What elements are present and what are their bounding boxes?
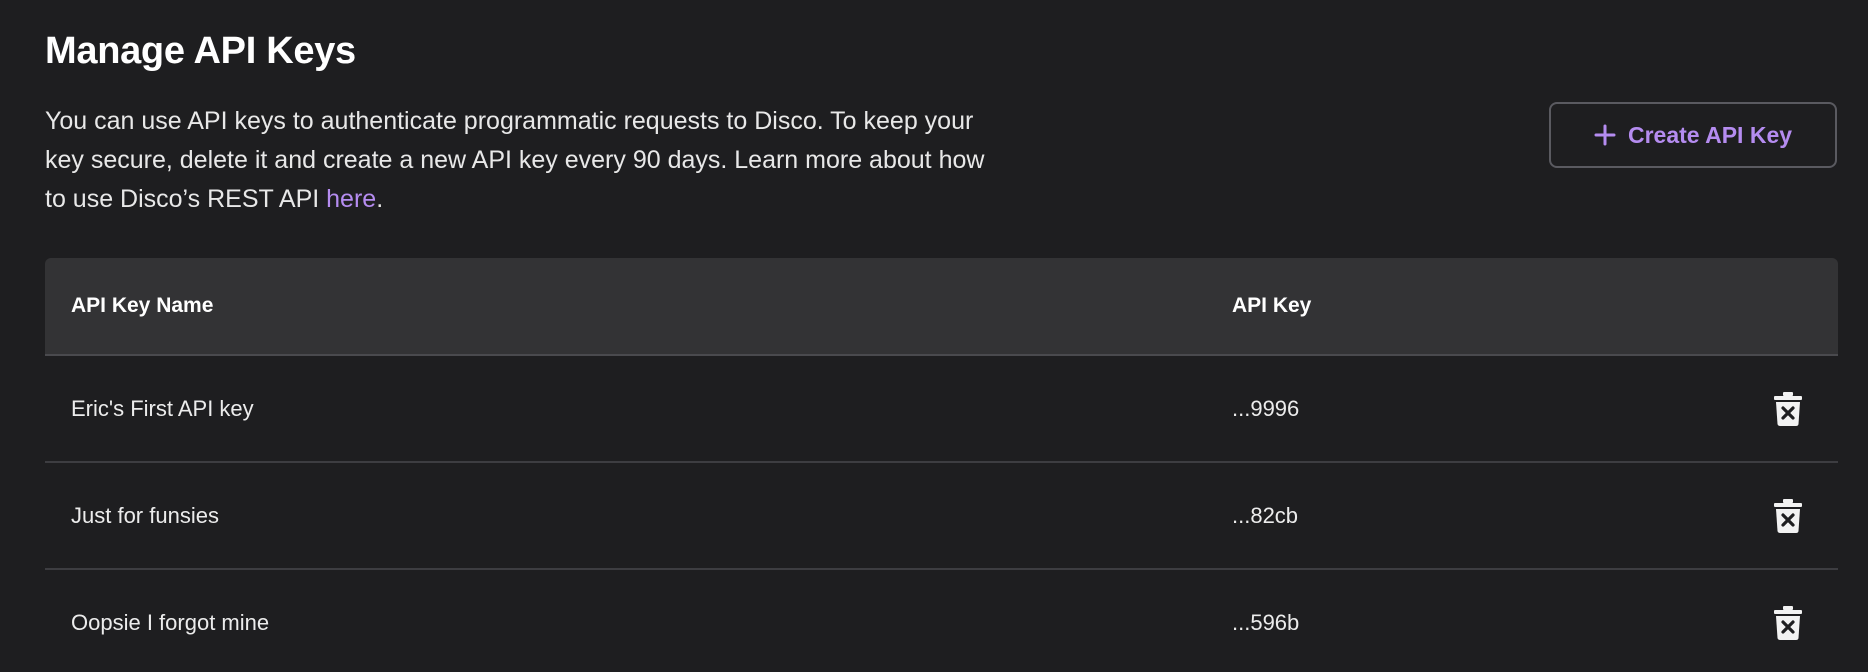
column-header-name: API Key Name [71,294,214,317]
description-text: You can use API keys to authenticate pro… [45,107,985,213]
api-keys-table: API Key Name API Key Eric's First API ke… [45,258,1838,672]
api-key-name: Eric's First API key [71,395,254,421]
api-key-name: Just for funsies [71,502,219,528]
plus-icon [1594,124,1616,146]
page-title: Manage API Keys [45,30,356,72]
table-header: API Key Name API Key [45,258,1838,356]
create-api-key-label: Create API Key [1627,121,1793,148]
manage-api-keys-page: Manage API Keys You can use API keys to … [0,0,1868,672]
api-key-value: ...82cb [1232,502,1299,528]
api-key-value: ...9996 [1232,395,1300,421]
delete-key-button[interactable] [1771,497,1805,535]
api-key-name: Oopsie I forgot mine [71,609,270,635]
rest-api-docs-link[interactable]: here [326,185,376,213]
trash-icon [1774,606,1802,640]
delete-key-button[interactable] [1771,390,1805,428]
table-row: Eric's First API key ...9996 [45,356,1838,463]
page-description: You can use API keys to authenticate pro… [45,102,1005,219]
table-row: Just for funsies ...82cb [45,463,1838,570]
delete-key-button[interactable] [1771,604,1805,642]
table-row: Oopsie I forgot mine ...596b [45,570,1838,672]
trash-icon [1774,392,1802,426]
column-header-key: API Key [1232,294,1312,317]
api-key-value: ...596b [1232,609,1300,635]
create-api-key-button[interactable]: Create API Key [1549,102,1837,168]
trash-icon [1774,499,1802,533]
description-suffix: . [376,185,384,213]
